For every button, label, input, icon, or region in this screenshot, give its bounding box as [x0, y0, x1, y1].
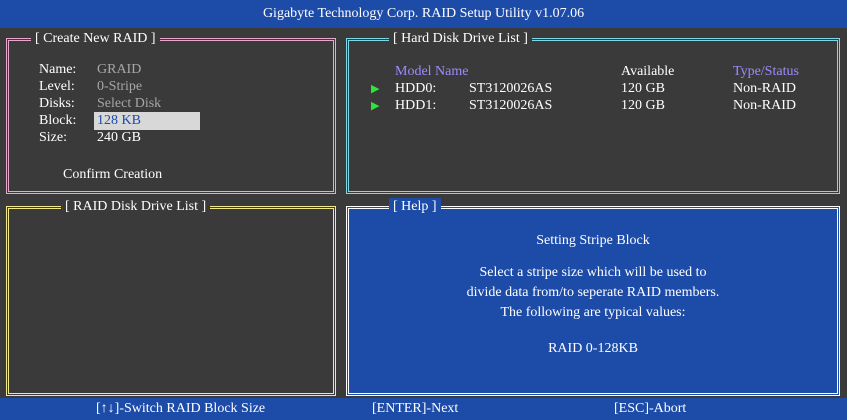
confirm-creation-option[interactable]: Confirm Creation: [63, 167, 162, 183]
block-label: Block:: [39, 113, 77, 128]
hdd-slot: HDD0:: [395, 81, 437, 96]
level-value[interactable]: 0-Stripe: [97, 78, 142, 96]
hdd-row[interactable]: ▶ HDD0: ST3120026AS 120 GB Non-RAID: [349, 80, 837, 98]
type-status-header: Type/Status: [733, 64, 799, 79]
esc-abort-hint: [ESC]-Abort: [614, 401, 687, 416]
hdd-slot: HDD1:: [395, 98, 437, 113]
help-line: divide data from/to seperate RAID member…: [466, 285, 720, 300]
help-title: [ Help ]: [389, 198, 441, 216]
size-label: Size:: [39, 130, 67, 145]
row-pointer-icon: ▶: [371, 100, 380, 112]
help-panel: [ Help ] Setting Stripe Block Select a s…: [346, 198, 840, 396]
hdd-model: ST3120026AS: [469, 98, 553, 113]
model-name-header: Model Name: [395, 64, 469, 79]
size-value: 240 GB: [97, 130, 141, 145]
raid-disk-list-title: [ RAID Disk Drive List ]: [61, 198, 211, 216]
enter-next-hint: [ENTER]-Next: [372, 401, 459, 416]
help-heading: Setting Stripe Block: [536, 233, 650, 248]
block-value-selected[interactable]: 128 KB: [94, 112, 200, 130]
switch-block-size-hint: [↑↓]-Switch RAID Block Size: [96, 401, 266, 416]
hdd-list-title: [ Hard Disk Drive List ]: [389, 30, 532, 48]
row-pointer-icon: ▶: [371, 83, 380, 95]
hdd-model: ST3120026AS: [469, 81, 553, 96]
help-example: RAID 0-128KB: [548, 341, 638, 356]
hdd-row[interactable]: ▶ HDD1: ST3120026AS 120 GB Non-RAID: [349, 97, 837, 115]
disks-label: Disks:: [39, 96, 75, 111]
help-line: Select a stripe size which will be used …: [479, 265, 707, 280]
hdd-type-status: Non-RAID: [733, 81, 796, 96]
help-line: The following are typical values:: [500, 305, 686, 320]
hdd-available: 120 GB: [621, 98, 665, 113]
available-header: Available: [621, 64, 675, 79]
raid-disk-list-panel: [ RAID Disk Drive List ]: [6, 198, 336, 396]
window-title: Gigabyte Technology Corp. RAID Setup Uti…: [0, 0, 847, 28]
create-raid-title: [ Create New RAID ]: [31, 30, 160, 48]
create-raid-panel: [ Create New RAID ] Name: GRAID Level: 0…: [6, 30, 336, 194]
block-value-wrap[interactable]: 128 KB: [94, 112, 200, 130]
disks-value[interactable]: Select Disk: [97, 95, 161, 113]
hdd-type-status: Non-RAID: [733, 98, 796, 113]
status-bar: [↑↓]-Switch RAID Block Size [ENTER]-Next…: [0, 398, 847, 420]
hdd-list-panel: [ Hard Disk Drive List ] Model Name Avai…: [346, 30, 840, 194]
name-label: Name:: [39, 62, 77, 77]
hdd-available: 120 GB: [621, 81, 665, 96]
name-value[interactable]: GRAID: [97, 61, 141, 79]
level-label: Level:: [39, 79, 75, 94]
